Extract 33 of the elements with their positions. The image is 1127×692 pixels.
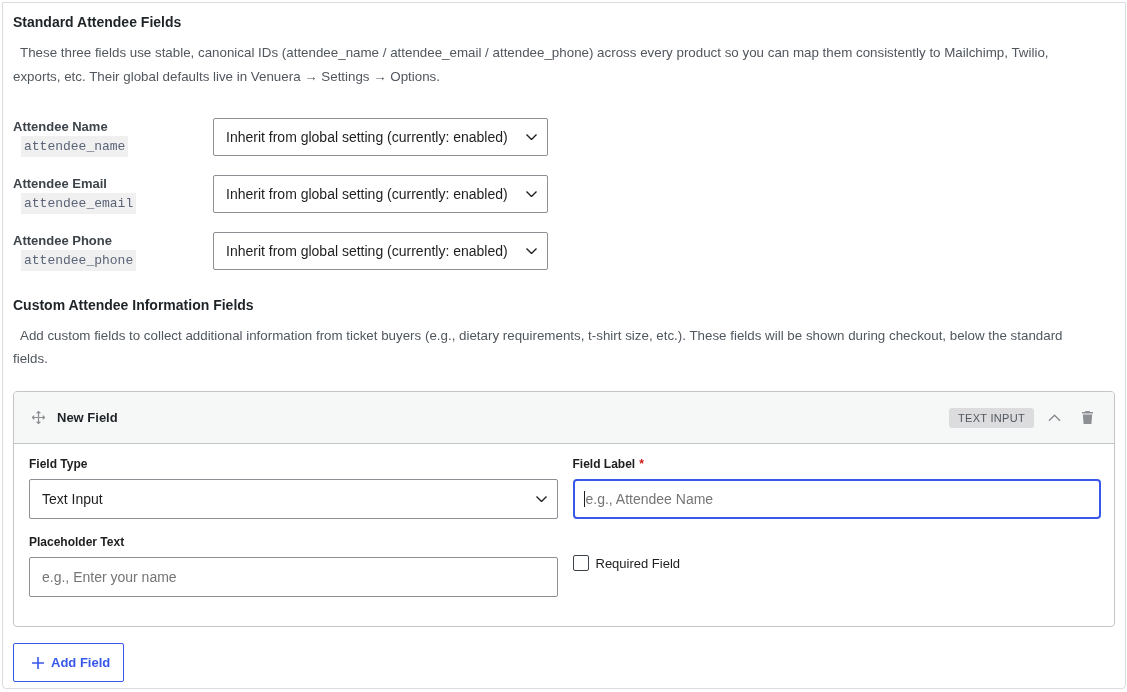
text-input[interactable]: e.g., Enter your name	[29, 557, 558, 597]
text-input[interactable]: e.g., Attendee Name	[572, 479, 1101, 519]
field-key-code: attendee_phone	[21, 250, 137, 271]
move-icon[interactable]	[32, 411, 45, 424]
setting-select[interactable]: Inherit from global setting (currently: enabled)	[213, 175, 548, 213]
field-title: New Field	[57, 410, 118, 425]
checkbox[interactable]	[572, 555, 589, 571]
chevron-down-icon	[526, 191, 537, 197]
setting-select[interactable]: Inherit from global setting (currently: enabled)	[213, 232, 548, 270]
chevron-up-icon[interactable]	[1048, 413, 1061, 422]
plus-icon	[32, 656, 44, 669]
field-key-code: attendee_name	[21, 136, 129, 157]
section-title: Custom Attendee Information Fields	[13, 296, 255, 315]
field-name: Attendee Phone	[13, 233, 112, 249]
chevron-down-icon	[535, 496, 547, 502]
checkbox-label: Required Field	[595, 555, 681, 571]
field-key-code: attendee_email	[21, 193, 137, 214]
section-description: Add custom fields to collect additional information from ticket buyers (e.g., dietary requirements, t-shirt size, etc.). These fields will be shown during checkout, below the standard fields.	[13, 327, 1064, 368]
chevron-down-icon	[526, 248, 537, 254]
trash-icon[interactable]	[1082, 411, 1093, 424]
field-type-badge: TEXT INPUT	[949, 407, 1034, 428]
section-title: Standard Attendee Fields	[13, 13, 183, 32]
field-type-select[interactable]: Text Input	[29, 479, 558, 519]
field-label: Placeholder Text	[29, 534, 125, 550]
section-description: These three fields use stable, canonical IDs (attendee_name / attendee_email / attendee_phone) across every product so you can map them consistently to Mailchimp, Twilio, exports, etc. Their global defaults live in Venuera → Settings → Options.	[13, 44, 1050, 86]
setting-select[interactable]: Inherit from global setting (currently: enabled)	[213, 118, 548, 156]
field-label: Field Label	[572, 456, 636, 472]
add-field-button[interactable]: Add Field	[13, 643, 125, 682]
field-name: Attendee Name	[13, 119, 108, 135]
required-asterisk: *	[639, 457, 644, 471]
chevron-down-icon	[526, 134, 537, 140]
field-label: Field Type	[29, 456, 88, 472]
field-name: Attendee Email	[13, 176, 107, 192]
